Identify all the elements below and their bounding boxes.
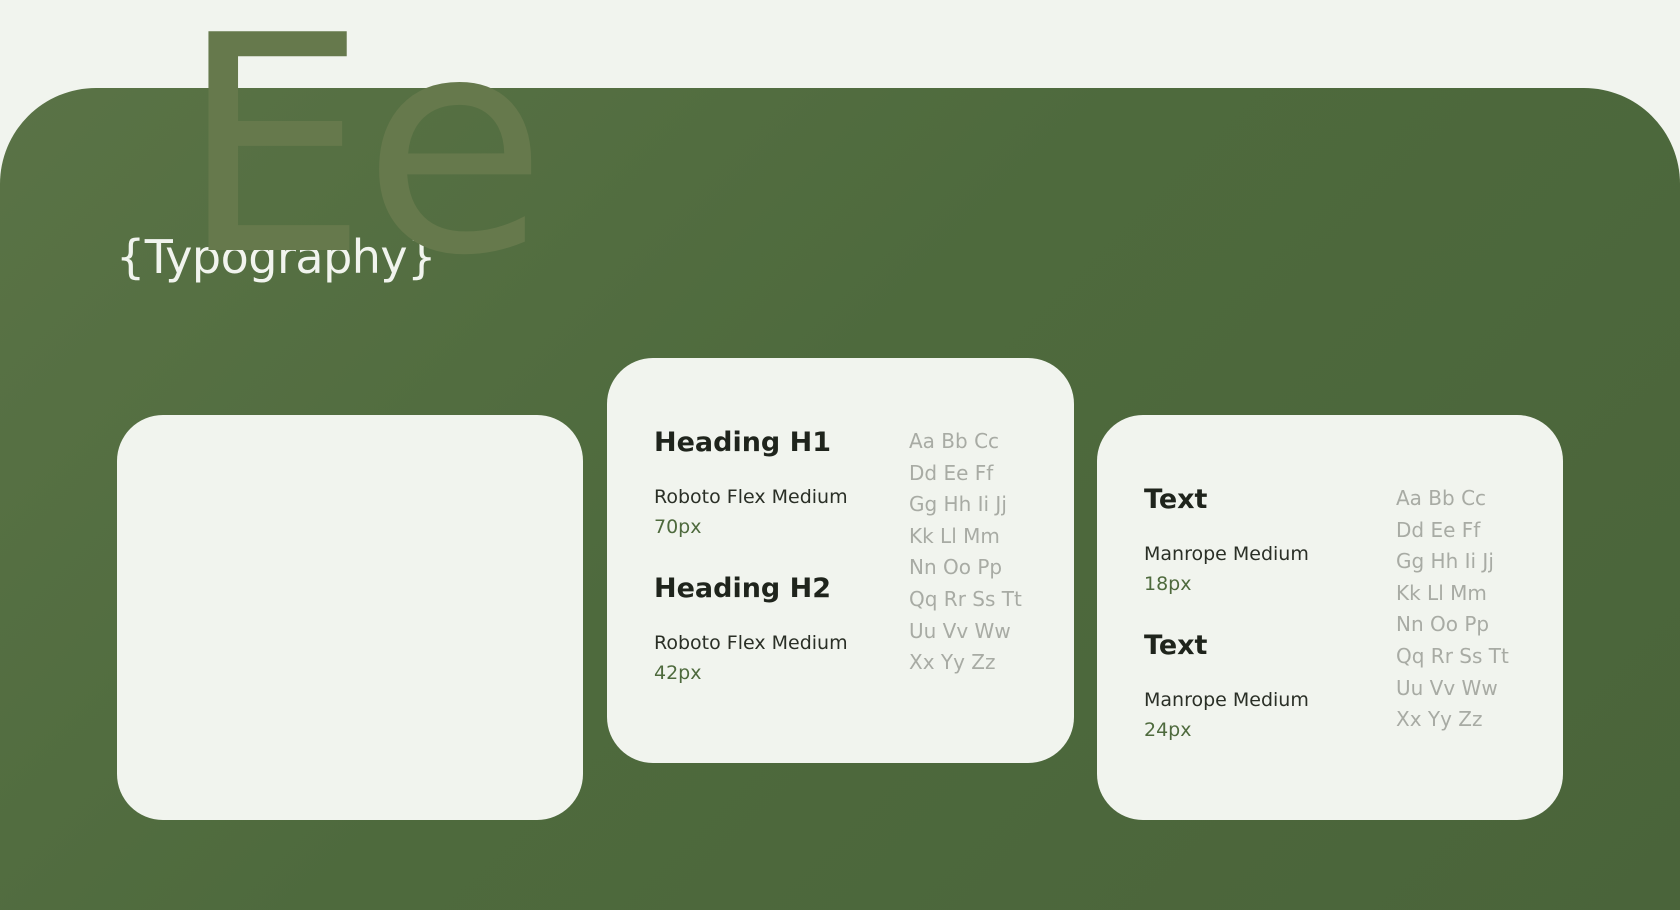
style-name: Heading H1 xyxy=(654,427,832,458)
style-font: Manrope Medium xyxy=(1144,543,1309,565)
alphabet-line: Uu Vv Ww xyxy=(1396,675,1498,700)
alphabet-line: Kk Ll Mm xyxy=(1396,580,1487,605)
glyph-specimen: Ee xyxy=(179,0,547,321)
alphabet-line: Xx Yy Zz xyxy=(909,650,996,675)
alphabet-line: Gg Hh Ii Jj xyxy=(909,492,1007,517)
alphabet-specimen: Aa Bb Cc Dd Ee Ff Gg Hh Ii Jj Kk Ll Mm N… xyxy=(1396,483,1509,736)
style-size: 70px xyxy=(654,516,702,538)
type-style-text-18: Text Manrope Medium 18px xyxy=(1144,483,1384,597)
style-font: Roboto Flex Medium xyxy=(654,632,848,654)
type-style-heading-h1: Heading H1 Roboto Flex Medium 70px xyxy=(654,426,894,540)
text-styles-card: Text Manrope Medium 18px Text Manrope Me… xyxy=(1097,415,1563,820)
style-font: Roboto Flex Medium xyxy=(654,486,848,508)
alphabet-specimen: Aa Bb Cc Dd Ee Ff Gg Hh Ii Jj Kk Ll Mm N… xyxy=(909,426,1022,679)
alphabet-line: Dd Ee Ff xyxy=(1396,517,1481,542)
style-name: Text xyxy=(1144,630,1208,661)
alphabet-line: Qq Rr Ss Tt xyxy=(1396,643,1509,668)
style-font: Manrope Medium xyxy=(1144,689,1309,711)
style-size: 42px xyxy=(654,662,702,684)
alphabet-line: Nn Oo Pp xyxy=(909,555,1003,580)
alphabet-line: Qq Rr Ss Tt xyxy=(909,586,1022,611)
alphabet-line: Xx Yy Zz xyxy=(1396,707,1483,732)
alphabet-line: Nn Oo Pp xyxy=(1396,612,1490,637)
type-style-text-24: Text Manrope Medium 24px xyxy=(1144,629,1384,743)
alphabet-line: Aa Bb Cc xyxy=(1396,486,1487,510)
style-size: 18px xyxy=(1144,573,1192,595)
alphabet-line: Kk Ll Mm xyxy=(909,523,1000,548)
glyph-specimen-card: Ee xyxy=(117,0,583,820)
alphabet-line: Dd Ee Ff xyxy=(909,460,994,485)
alphabet-line: Aa Bb Cc xyxy=(909,429,1000,453)
alphabet-line: Uu Vv Ww xyxy=(909,618,1011,643)
style-name: Heading H2 xyxy=(654,573,832,604)
headings-card: Heading H1 Roboto Flex Medium 70px Headi… xyxy=(607,358,1074,763)
type-style-heading-h2: Heading H2 Roboto Flex Medium 42px xyxy=(654,572,894,686)
style-size: 24px xyxy=(1144,719,1192,741)
page: {Typography} Ee Heading H1 Roboto Flex M… xyxy=(0,0,1680,910)
style-name: Text xyxy=(1144,484,1208,515)
alphabet-line: Gg Hh Ii Jj xyxy=(1396,549,1494,574)
